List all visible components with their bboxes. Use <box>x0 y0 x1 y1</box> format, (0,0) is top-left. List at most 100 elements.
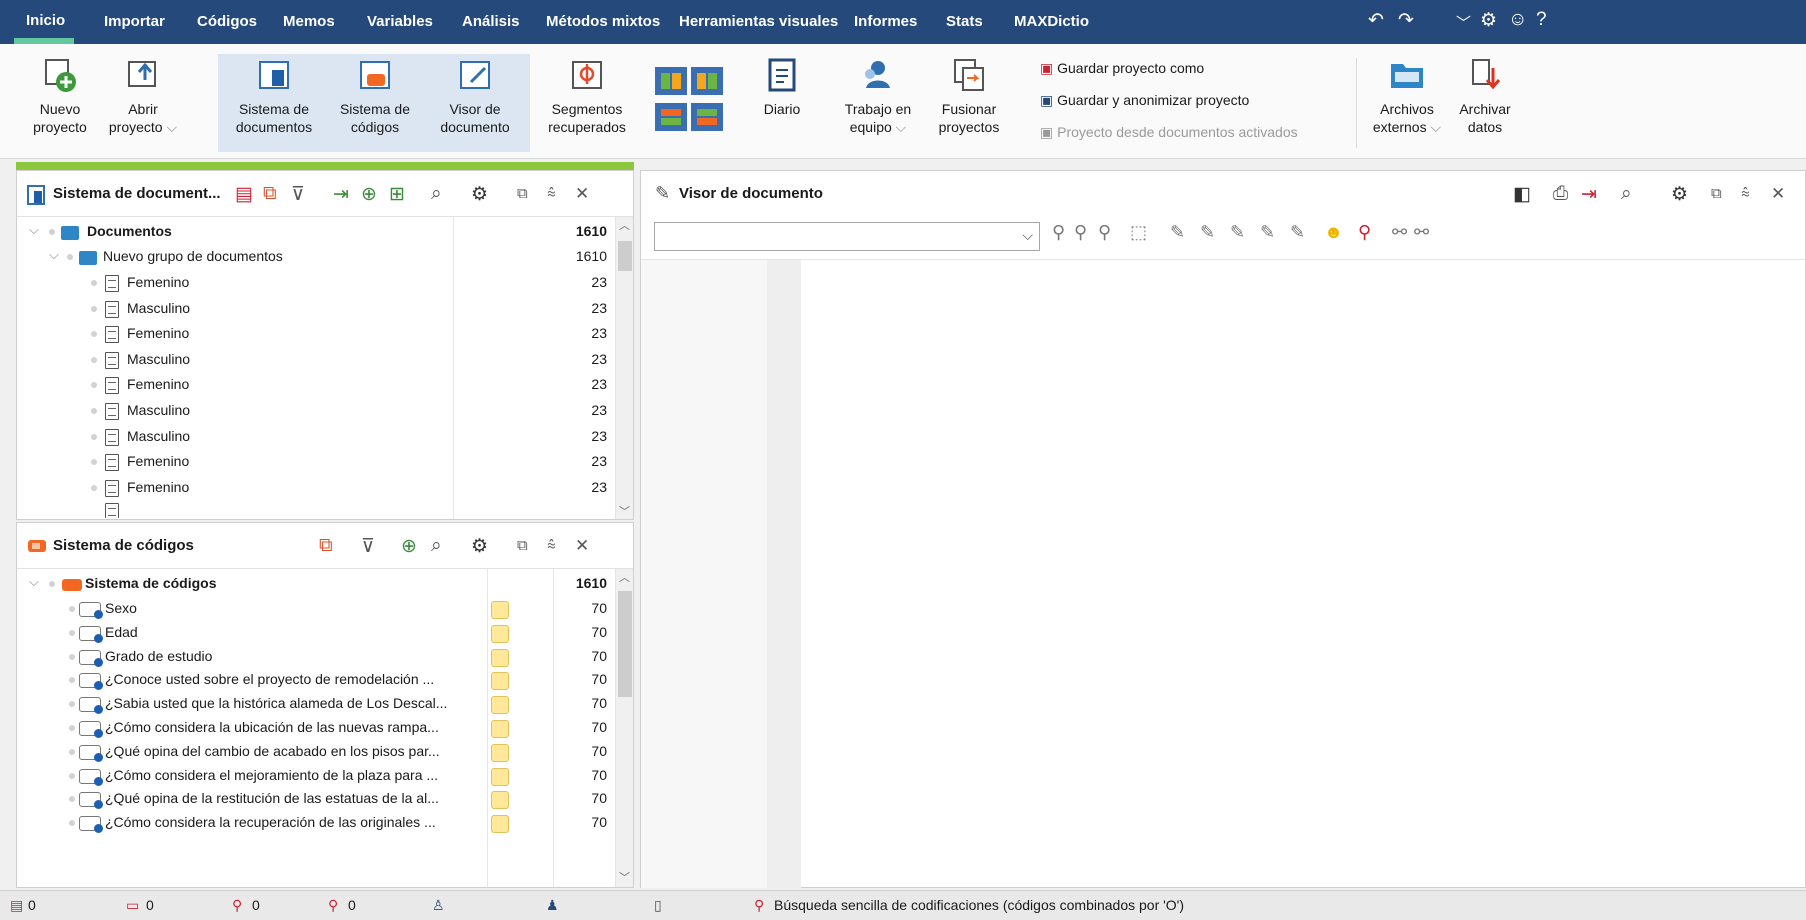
code-icon[interactable]: ⚲ <box>1052 222 1065 243</box>
memo-icon[interactable] <box>491 624 509 643</box>
activation-dot[interactable] <box>91 459 97 466</box>
settings-icon[interactable]: ⚙ <box>471 183 488 206</box>
settings-icon[interactable]: ⚙ <box>1671 183 1688 206</box>
activation-dot[interactable] <box>91 356 97 363</box>
gear-icon[interactable]: ⚙ <box>1480 9 1497 32</box>
documents-scroll-thumb[interactable] <box>618 241 632 271</box>
save-project-as-button[interactable]: ▣ Guardar proyecto como <box>1040 60 1204 77</box>
minimize-icon[interactable]: ⩯ <box>547 537 556 554</box>
search-icon[interactable]: ⌕ <box>1621 183 1632 205</box>
activate-codes-icon[interactable]: ⧉ <box>319 535 333 557</box>
link-icon[interactable]: ⚯ <box>1392 222 1407 243</box>
activation-dot[interactable] <box>69 701 75 708</box>
minimize-icon[interactable]: ⩯ <box>1741 185 1750 202</box>
list-item[interactable]: Femenino 23 <box>17 372 607 398</box>
tab-metodos-mixtos[interactable]: Métodos mixtos <box>546 13 660 30</box>
external-files-button[interactable]: Archivos externos ⌵ <box>1370 54 1444 136</box>
tree-group-row[interactable]: ⌵ Nuevo grupo de documentos 1610 <box>17 244 607 270</box>
activation-dot[interactable] <box>69 796 75 803</box>
chevron-down-icon[interactable]: ⌵ <box>1022 227 1033 244</box>
code-tree-root[interactable]: ⌵ Sistema de códigos 1610 <box>17 571 607 597</box>
code-row[interactable]: Edad 70 <box>17 620 607 646</box>
memo-icon[interactable] <box>491 815 509 834</box>
code-row[interactable]: Grado de estudio 70 <box>17 644 607 670</box>
highlighter-icon[interactable]: ✎ <box>1170 222 1185 243</box>
undock-icon[interactable]: ⧉ <box>1711 185 1722 202</box>
activation-dot[interactable] <box>69 629 75 636</box>
activation-dot[interactable] <box>91 484 97 491</box>
undo-icon[interactable]: ↶ <box>1368 9 1384 32</box>
documents-scrollbar[interactable]: ︿ ﹀ <box>615 217 633 519</box>
save-anonymize-button[interactable]: ▣ Guardar y anonimizar proyecto <box>1040 92 1249 109</box>
document-selector[interactable]: ⌵ <box>654 222 1040 251</box>
smiley-icon[interactable]: ☺ <box>1508 9 1527 31</box>
activation-dot[interactable] <box>91 433 97 440</box>
list-item[interactable]: Masculino 23 <box>17 296 607 322</box>
list-item-partial[interactable] <box>17 498 607 518</box>
new-project-button[interactable]: Nuevo proyecto <box>28 54 92 136</box>
activation-dot[interactable] <box>67 254 73 260</box>
in-vivo-code-icon[interactable]: ⚲ <box>1358 222 1371 243</box>
tab-variables[interactable]: Variables <box>367 13 433 30</box>
merge-projects-button[interactable]: Fusionar proyectos <box>930 54 1008 136</box>
chevron-down-icon[interactable]: ⌵ <box>49 247 59 263</box>
code-row[interactable]: ¿Sabia usted que la histórica alameda de… <box>17 691 607 717</box>
close-icon[interactable]: ✕ <box>575 184 589 204</box>
unlink-icon[interactable]: ⚯ <box>1414 222 1429 243</box>
copy-documents-icon[interactable]: ⧉ <box>263 183 277 205</box>
retrieved-segments-button[interactable]: Segmentos recuperados <box>540 54 634 136</box>
activation-dot[interactable] <box>69 653 75 660</box>
tab-informes[interactable]: Informes <box>854 13 917 30</box>
code-row[interactable]: ¿Cómo considera el mejoramiento de la pl… <box>17 763 607 789</box>
memo-icon[interactable] <box>491 791 509 810</box>
code-row[interactable]: ¿Qué opina de la restitución de las esta… <box>17 786 607 812</box>
memo-icon[interactable] <box>491 648 509 667</box>
memo-icon[interactable] <box>491 743 509 762</box>
new-group-icon[interactable]: ⊞ <box>389 183 405 206</box>
filter-documents-icon[interactable]: ⊽ <box>291 183 305 206</box>
tab-herramientas-visuales[interactable]: Herramientas visuales <box>679 13 838 30</box>
code-row[interactable]: Sexo 70 <box>17 596 607 622</box>
open-project-button[interactable]: Abrir proyecto ⌵ <box>104 54 182 136</box>
select-region-icon[interactable]: ⬚ <box>1130 222 1147 243</box>
chevron-down-icon[interactable]: ⌵ <box>29 574 39 590</box>
code-multiple-icon[interactable]: ⚲ <box>1074 222 1087 243</box>
activation-dot[interactable] <box>69 772 75 779</box>
memo-icon[interactable] <box>491 601 509 619</box>
list-item[interactable]: Femenino 23 <box>17 321 607 347</box>
memo-icon[interactable] <box>491 696 509 715</box>
help-icon[interactable]: ? <box>1536 9 1547 31</box>
tab-codigos[interactable]: Códigos <box>197 13 257 30</box>
code-row[interactable]: ¿Cómo considera la ubicación de las nuev… <box>17 715 607 741</box>
minimize-icon[interactable]: ⩯ <box>547 185 556 202</box>
import-document-icon[interactable]: ⇥ <box>333 183 349 206</box>
activation-dot[interactable] <box>91 408 97 414</box>
document-system-button[interactable]: Sistema de documentos <box>228 54 320 136</box>
new-code-icon[interactable]: ⊕ <box>401 535 417 558</box>
tab-maxdictio[interactable]: MAXDictio <box>1014 13 1089 30</box>
list-item[interactable]: Masculino 23 <box>17 424 607 450</box>
tree-root-documents[interactable]: ⌵ Documentos 1610 <box>17 219 607 245</box>
undock-icon[interactable]: ⧉ <box>517 185 528 202</box>
activation-dot[interactable] <box>91 280 97 286</box>
activation-dot[interactable] <box>49 581 55 587</box>
scroll-up-icon[interactable]: ︿ <box>619 569 630 585</box>
redo-icon[interactable]: ↷ <box>1398 9 1414 32</box>
close-icon[interactable]: ✕ <box>1771 184 1785 204</box>
undock-icon[interactable]: ⧉ <box>517 537 528 554</box>
print-icon[interactable]: ⎙ <box>1553 183 1568 205</box>
diary-button[interactable]: Diario <box>754 54 810 118</box>
activate-documents-icon[interactable]: ▤ <box>235 183 253 206</box>
new-document-icon[interactable]: ⊕ <box>361 183 377 206</box>
memo-icon[interactable] <box>491 767 509 786</box>
code-row[interactable]: ¿Qué opina del cambio de acabado en los … <box>17 739 607 765</box>
codes-scroll-thumb[interactable] <box>618 591 632 697</box>
list-item[interactable]: Masculino 23 <box>17 347 607 373</box>
export-icon[interactable]: ⇥ <box>1581 183 1597 206</box>
activation-dot[interactable] <box>91 305 97 312</box>
emoji-icon[interactable]: ☻ <box>1324 222 1343 243</box>
tab-stats[interactable]: Stats <box>946 13 983 30</box>
scroll-down-icon[interactable]: ﹀ <box>619 503 630 519</box>
activation-dot[interactable] <box>69 820 75 827</box>
code-system-button[interactable]: Sistema de códigos <box>330 54 420 136</box>
